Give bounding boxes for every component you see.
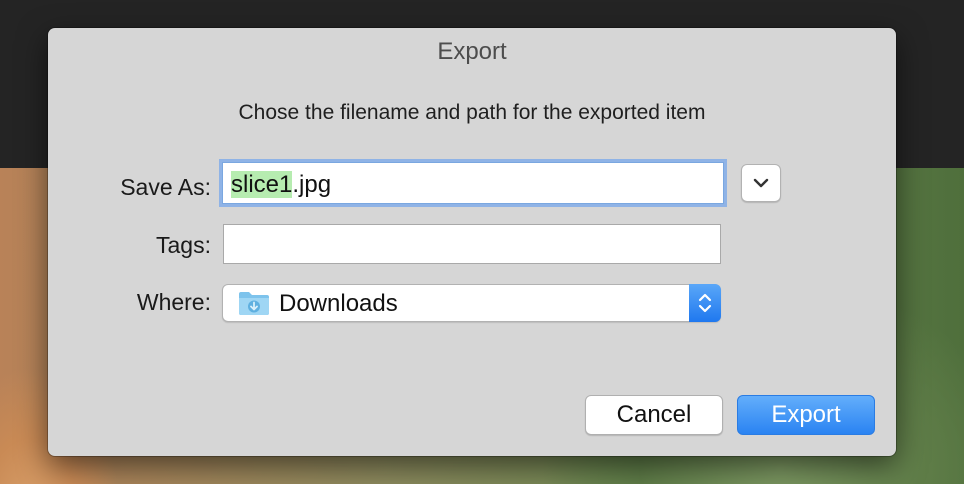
where-value: Downloads <box>279 290 398 317</box>
expand-button[interactable] <box>741 164 781 202</box>
popup-arrows[interactable] <box>689 284 721 322</box>
export-dialog: Export Chose the filename and path for t… <box>48 28 896 456</box>
save-as-extension: .jpg <box>292 171 332 198</box>
dialog-message: Chose the filename and path for the expo… <box>238 101 706 124</box>
where-label: Where: <box>136 289 211 315</box>
save-as-label: Save As: <box>120 174 211 200</box>
where-popup[interactable]: Downloads <box>222 284 721 322</box>
up-down-chevron-icon <box>698 293 712 313</box>
save-as-field[interactable]: slice1.jpg <box>222 162 724 204</box>
save-as-value: slice1.jpg <box>231 171 331 199</box>
downloads-folder-icon <box>239 292 269 315</box>
dialog-title: Export <box>437 38 507 65</box>
export-button[interactable]: Export <box>737 395 875 435</box>
chevron-down-icon <box>753 178 769 188</box>
tags-field[interactable] <box>223 224 721 264</box>
save-as-selected-text: slice1 <box>231 171 293 198</box>
cancel-button[interactable]: Cancel <box>585 395 723 435</box>
tags-label: Tags: <box>156 232 211 258</box>
